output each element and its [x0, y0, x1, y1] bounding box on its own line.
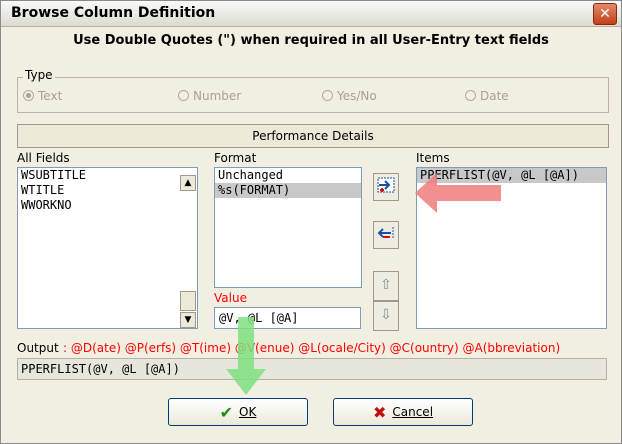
type-groupbox: [17, 77, 609, 113]
radio-icon: [465, 90, 476, 101]
green-annotation-arrow-icon: [226, 317, 266, 395]
add-item-icon: [377, 177, 395, 193]
list-item[interactable]: WSUBTITLE: [18, 168, 197, 183]
scroll-down-icon[interactable]: ▼: [180, 312, 196, 328]
type-group-label: Type: [23, 68, 55, 82]
radio-icon: [322, 90, 333, 101]
list-item[interactable]: WTITLE: [18, 183, 197, 198]
items-label: Items: [416, 151, 450, 165]
radio-yes-no[interactable]: Yes/No: [322, 89, 377, 103]
x-icon: ✖: [372, 402, 387, 422]
cancel-label: Cancel: [392, 405, 434, 419]
cancel-button[interactable]: ✖ Cancel: [333, 398, 473, 426]
scroll-up-icon[interactable]: ▲: [180, 175, 196, 191]
format-label: Format: [214, 151, 257, 165]
move-up-button[interactable]: ⇧: [373, 271, 399, 301]
radio-selected-icon: [23, 90, 34, 101]
browse-column-dialog: Browse Column Definition ✕ Use Double Qu…: [0, 0, 622, 444]
arrow-down-icon: ⇩: [380, 307, 392, 323]
output-legend: : @D(ate) @P(erfs) @T(ime) @V(enue) @L(o…: [63, 341, 561, 355]
red-annotation-arrow-icon: [415, 173, 501, 213]
instruction-banner: Use Double Quotes (") when required in a…: [73, 33, 549, 48]
radio-number[interactable]: Number: [178, 89, 241, 103]
output-field: PPERFLIST(@V, @L [@A]): [17, 358, 607, 380]
list-item[interactable]: Unchanged: [215, 168, 361, 183]
ok-button[interactable]: ✔ OK: [168, 398, 308, 426]
remove-item-icon: [377, 227, 394, 239]
list-item[interactable]: WWORKNO: [18, 198, 197, 213]
value-label: Value: [214, 291, 247, 305]
radio-date[interactable]: Date: [465, 89, 509, 103]
radio-text[interactable]: Text: [23, 89, 62, 103]
arrow-up-icon: ⇧: [380, 277, 392, 293]
list-item-selected[interactable]: %s(FORMAT): [215, 183, 361, 198]
remove-item-button[interactable]: [373, 221, 399, 249]
scrollbar-thumb[interactable]: [180, 291, 196, 311]
all-fields-label: All Fields: [17, 151, 70, 165]
radio-icon: [178, 90, 189, 101]
move-down-button[interactable]: ⇩: [373, 301, 399, 331]
dialog-title: Browse Column Definition: [11, 5, 216, 21]
add-item-button[interactable]: [373, 173, 399, 201]
close-icon[interactable]: ✕: [593, 3, 617, 25]
checkmark-icon: ✔: [219, 402, 234, 422]
all-fields-list[interactable]: WSUBTITLE WTITLE WWORKNO: [17, 167, 198, 329]
format-list[interactable]: Unchanged %s(FORMAT): [214, 167, 362, 288]
output-label: Output: [17, 341, 59, 355]
ok-label: OK: [239, 405, 257, 419]
title-bar: Browse Column Definition ✕: [1, 1, 621, 27]
performance-details-bar[interactable]: Performance Details: [17, 124, 609, 148]
